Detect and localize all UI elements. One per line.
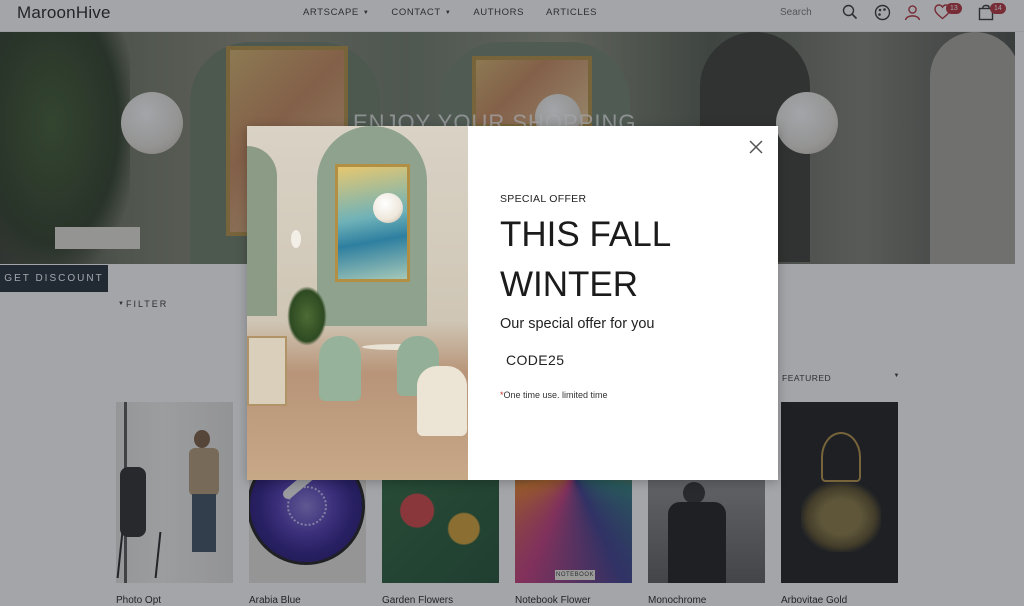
modal-headline: THIS FALL WINTER (500, 215, 670, 304)
modal-eyebrow: SPECIAL OFFER (500, 193, 587, 205)
note-text: One time use. limited time (503, 390, 608, 400)
modal-content: SPECIAL OFFER THIS FALL WINTER Our speci… (468, 126, 778, 480)
discount-code[interactable]: CODE25 (506, 352, 564, 368)
close-icon[interactable] (747, 138, 765, 156)
modal-image (247, 126, 468, 480)
modal-note: *One time use. limited time (500, 390, 608, 400)
special-offer-modal: SPECIAL OFFER THIS FALL WINTER Our speci… (247, 126, 778, 480)
modal-subheading: Our special offer for you (500, 316, 655, 332)
page: MaroonHive ARTSCAPE ▼ CONTACT ▼ AUTHORS AR… (0, 0, 1024, 606)
